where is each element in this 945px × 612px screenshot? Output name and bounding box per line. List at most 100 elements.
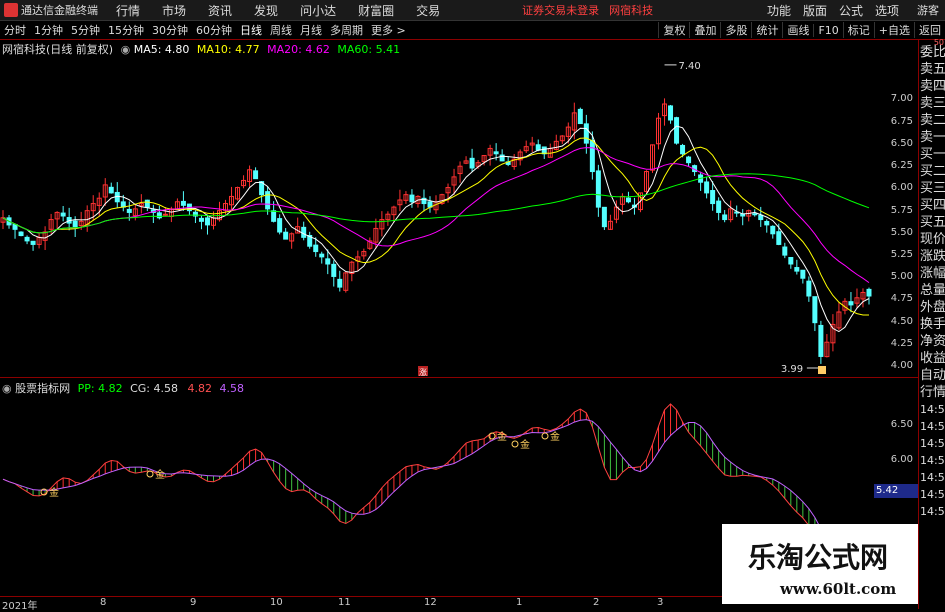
gold-signal-label: 金	[497, 430, 507, 443]
period-more[interactable]: 更多 >	[371, 22, 406, 38]
period-intraday[interactable]: 分时	[4, 22, 26, 38]
candle	[674, 117, 680, 144]
ma60-value: MA60: 5.41	[337, 43, 401, 56]
candlestick-chart[interactable]: 7.40 3.99 涨	[0, 56, 877, 376]
panel-item[interactable]: 14:50	[919, 418, 945, 435]
btn-draw[interactable]: 画线	[782, 22, 813, 38]
quote-side-panel: 50 委比 卖五 卖四 卖三 卖二 卖一 买一 买二 买三 买四 买五 现价 涨跌 涨幅 总量 外盘 换手 净资收…	[918, 38, 945, 609]
menu-wealth[interactable]: 财富圈	[358, 2, 394, 19]
panel-item[interactable]: 14:50	[919, 452, 945, 469]
login-notice[interactable]: 证券交易未登录	[522, 2, 599, 18]
period-5min[interactable]: 5分钟	[71, 22, 100, 38]
candle	[722, 214, 728, 221]
panel-item[interactable]: 行情	[919, 384, 945, 401]
title-bar: 通达信金融终端 行情 市场 资讯 发现 问小达 财富圈 交易 证券交易未登录 网…	[0, 0, 945, 21]
period-toolbar: 分时 1分钟 5分钟 15分钟 30分钟 60分钟 日线 周线 月线 多周期 更…	[0, 21, 945, 40]
menu-formula[interactable]: 公式	[839, 2, 863, 19]
panel-item: 外盘	[920, 300, 945, 315]
y-tick: 6.50	[890, 419, 913, 430]
candle	[601, 206, 607, 228]
menu-market[interactable]: 市场	[162, 2, 186, 19]
btn-overlay[interactable]: 叠加	[689, 22, 720, 38]
y-tick: 4.00	[890, 360, 913, 372]
candle	[283, 231, 289, 240]
ma5-line	[2, 125, 870, 333]
menu-layout[interactable]: 版面	[803, 2, 827, 19]
candle	[704, 181, 710, 194]
panel-item[interactable]: 自动	[919, 367, 945, 384]
x-label: 12	[424, 597, 437, 608]
btn-multi-stock[interactable]: 多股	[720, 22, 751, 38]
panel-item: 涨幅	[920, 266, 945, 281]
limit-up-label: 涨	[419, 367, 427, 376]
candle	[180, 200, 186, 206]
x-label: 3	[657, 597, 664, 608]
marker-badge	[818, 366, 826, 374]
panel-item[interactable]: 14:50	[919, 435, 945, 452]
candle	[848, 301, 854, 306]
period-weekly[interactable]: 周线	[270, 22, 292, 38]
candle	[253, 170, 259, 180]
gold-signal-label: 金	[550, 430, 560, 443]
y-tick: 4.75	[890, 293, 913, 305]
menu-discover[interactable]: 发现	[254, 2, 278, 19]
candle	[668, 105, 674, 121]
app-title: 通达信金融终端	[21, 4, 98, 17]
panel-item: 换手	[920, 317, 945, 332]
guest-user[interactable]: 游客	[917, 2, 939, 18]
main-chart-legend: 网宿科技(日线 前复权) ◉ MA5: 4.80 MA10: 4.77 MA20…	[2, 41, 401, 56]
candle	[577, 108, 583, 125]
menu-options[interactable]: 选项	[875, 2, 899, 19]
candle	[271, 210, 277, 222]
y-tick: 5.25	[890, 249, 913, 260]
period-multi[interactable]: 多周期	[330, 22, 363, 38]
btn-stats[interactable]: 统计	[751, 22, 782, 38]
menu-quotes[interactable]: 行情	[116, 2, 140, 19]
candle	[776, 231, 782, 245]
x-label: 11	[338, 597, 351, 608]
y-tick: 4.50	[890, 315, 913, 327]
candle	[198, 217, 204, 222]
period-15min[interactable]: 15分钟	[108, 22, 144, 38]
stock-title: 网宿科技(日线 前复权)	[2, 43, 114, 56]
candle	[625, 197, 631, 203]
panel-item[interactable]: 14:50	[919, 486, 945, 503]
candle	[162, 213, 168, 216]
x-label: 2021年	[2, 601, 38, 612]
candle	[535, 144, 541, 151]
period-60min[interactable]: 60分钟	[196, 22, 232, 38]
menu-assistant[interactable]: 问小达	[300, 2, 336, 19]
menu-trade[interactable]: 交易	[416, 2, 440, 19]
x-label: 1	[516, 597, 523, 608]
panel-item[interactable]: 14:50	[919, 503, 945, 520]
panel-item[interactable]: 14:50	[919, 469, 945, 486]
candle	[818, 324, 824, 357]
period-daily[interactable]: 日线	[240, 22, 262, 38]
panel-item: 现价	[920, 232, 945, 247]
stock-name-notice: 网宿科技	[609, 4, 654, 17]
btn-back[interactable]: 返回	[914, 22, 945, 38]
btn-add-watchlist[interactable]: +自选	[873, 22, 914, 38]
candle	[313, 244, 319, 253]
y-tick: 7.00	[890, 93, 913, 105]
btn-mark[interactable]: 标记	[842, 22, 874, 38]
gold-signal-label: 金	[520, 438, 530, 451]
menu-functions[interactable]: 功能	[767, 2, 791, 19]
candle	[30, 240, 36, 245]
btn-f10[interactable]: F10	[813, 23, 842, 37]
btn-adjust[interactable]: 复权	[658, 22, 689, 38]
menu-news[interactable]: 资讯	[208, 2, 232, 19]
candle	[331, 263, 337, 277]
candle	[782, 246, 788, 256]
period-monthly[interactable]: 月线	[300, 22, 322, 38]
period-30min[interactable]: 30分钟	[152, 22, 188, 38]
candle	[716, 200, 722, 213]
candle	[589, 139, 595, 173]
period-1min[interactable]: 1分钟	[34, 22, 63, 38]
candle	[337, 278, 343, 288]
panel-item: 卖四	[920, 79, 945, 94]
panel-item: 收益	[920, 351, 945, 366]
settings-dot-icon[interactable]: ◉	[121, 43, 131, 56]
panel-item[interactable]: 14:50	[919, 401, 945, 418]
panel-item: 买二	[920, 164, 945, 179]
